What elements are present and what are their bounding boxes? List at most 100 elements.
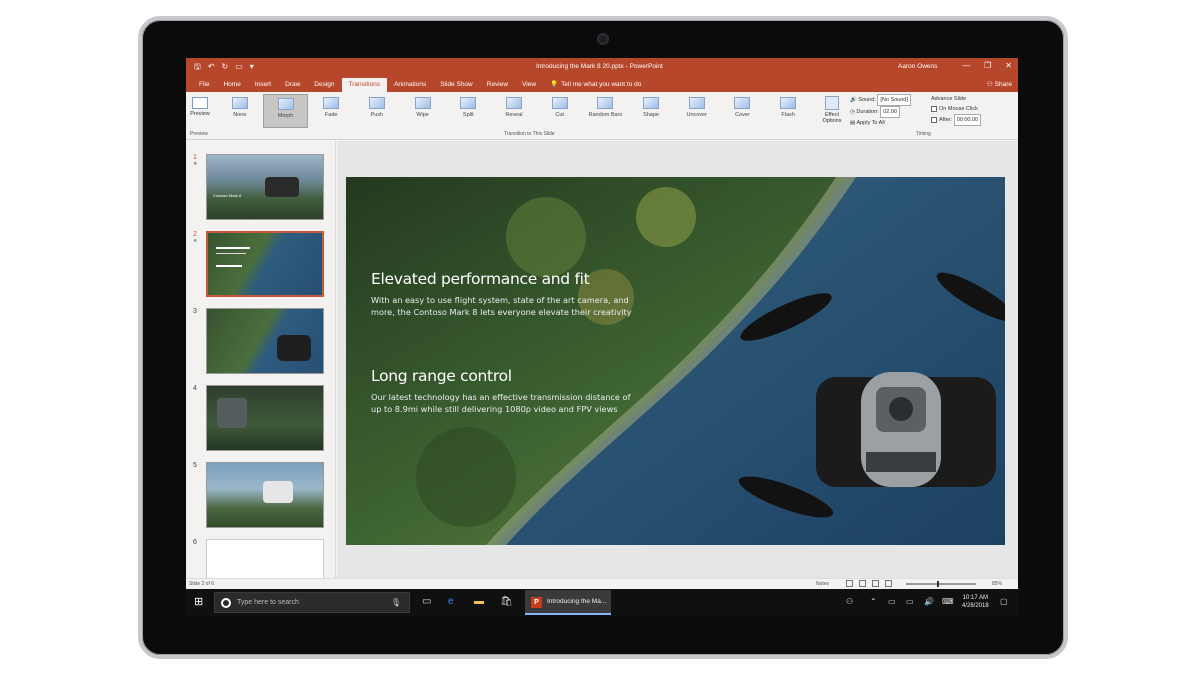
screen: 🖫 ↶ ↻ ▭ ▾ Introducing the Mark 8 20.pptx…	[186, 58, 1018, 616]
slide-number: 2	[193, 231, 197, 244]
transition-flash[interactable]: Flash	[765, 94, 811, 128]
window-controls: — ❐ ✕	[962, 61, 1012, 70]
close-button[interactable]: ✕	[1005, 61, 1012, 70]
none-icon	[231, 97, 248, 109]
battery-icon[interactable]: ▭	[906, 598, 914, 606]
normal-view-icon[interactable]	[846, 580, 853, 587]
preview-button[interactable]: Preview	[189, 95, 211, 129]
slideshow-icon[interactable]	[885, 580, 892, 587]
system-clock[interactable]: 10:17 AM 4/26/2018	[962, 594, 989, 610]
reading-view-icon[interactable]	[872, 580, 879, 587]
redo-icon[interactable]: ↻	[222, 62, 229, 72]
thumbnail-slide-1[interactable]: 1 Contoso Mark 8	[188, 154, 333, 220]
restore-button[interactable]: ❐	[984, 61, 991, 70]
undo-icon[interactable]: ↶	[208, 62, 215, 72]
tab-insert[interactable]: Insert	[248, 81, 278, 92]
tab-draw[interactable]: Draw	[278, 81, 307, 92]
transition-wipe[interactable]: Wipe	[400, 94, 446, 128]
transition-none[interactable]: None	[217, 94, 263, 128]
notification-icon[interactable]: ▢	[1000, 598, 1008, 606]
present-icon[interactable]: ▭	[235, 62, 243, 72]
drone-image	[263, 481, 293, 503]
transition-shape[interactable]: Shape	[628, 94, 674, 128]
thumbnail-slide-3[interactable]: 3	[188, 308, 333, 374]
tell-me-box[interactable]: 💡 Tell me what you want to do	[543, 80, 648, 92]
user-name[interactable]: Aaron Owens	[898, 63, 937, 70]
sound-dropdown[interactable]: [No Sound]	[877, 94, 911, 106]
tab-design[interactable]: Design	[307, 81, 341, 92]
notes-button[interactable]: Notes	[816, 581, 829, 587]
transition-reveal[interactable]: Reveal	[491, 94, 537, 128]
thumbnail-slide-4[interactable]: 4	[188, 385, 333, 451]
slide-editor: Elevated performance and fit With an eas…	[337, 141, 1018, 578]
network-icon[interactable]: ▭	[888, 598, 896, 606]
tab-view[interactable]: View	[515, 81, 543, 92]
tab-review[interactable]: Review	[480, 81, 515, 92]
microphone-icon[interactable]: 🎙	[391, 598, 401, 607]
cortana-icon	[221, 598, 231, 608]
task-view-icon[interactable]: ▭	[422, 597, 431, 607]
taskbar-powerpoint-app[interactable]: P Introducing the Ma...	[525, 590, 611, 615]
thumbnail-slide-2[interactable]: 2	[188, 231, 333, 297]
thumbnail-slide-5[interactable]: 5	[188, 462, 333, 528]
transition-morph[interactable]: Morph	[262, 94, 309, 128]
transition-random-bars[interactable]: Random Bars	[583, 94, 629, 128]
tab-transitions[interactable]: Transitions	[341, 78, 388, 92]
chevron-up-icon[interactable]: ⌃	[870, 598, 877, 606]
slide-number: 1	[193, 154, 197, 167]
transition-cover[interactable]: Cover	[720, 94, 766, 128]
windows-start-icon[interactable]: ⊞	[194, 597, 203, 608]
tab-animations[interactable]: Animations	[387, 81, 433, 92]
minimize-button[interactable]: —	[962, 61, 970, 70]
checkbox-icon	[931, 116, 937, 123]
tell-me-text: Tell me what you want to do	[561, 80, 642, 88]
file-explorer-icon[interactable]: ▬	[474, 597, 484, 607]
people-icon[interactable]: ⚇	[846, 598, 853, 606]
on-mouse-click-checkbox[interactable]: On Mouse Click	[931, 104, 981, 114]
transition-split[interactable]: Split	[445, 94, 491, 128]
transition-cut[interactable]: Cut	[537, 94, 583, 128]
status-bar: Slide 2 of 6 Notes 85%	[186, 578, 1018, 589]
slide-number: 4	[193, 385, 197, 392]
tab-file[interactable]: File	[192, 81, 216, 92]
edge-icon[interactable]: e	[448, 597, 454, 607]
transition-fade[interactable]: Fade	[308, 94, 354, 128]
current-slide[interactable]: Elevated performance and fit With an eas…	[346, 177, 1005, 545]
slide-body-1[interactable]: With an easy to use flight system, state…	[371, 294, 643, 318]
save-icon[interactable]: 🖫	[194, 62, 201, 72]
after-input[interactable]: 00:00.00	[953, 114, 982, 126]
zoom-slider-handle[interactable]	[936, 581, 939, 587]
slide-sorter-icon[interactable]	[859, 580, 866, 587]
share-button[interactable]: ⚇ Share	[987, 80, 1012, 88]
fade-icon	[323, 97, 340, 109]
tab-home[interactable]: Home	[216, 81, 247, 92]
drone-image	[277, 335, 311, 361]
duration-input[interactable]: 02.00	[880, 106, 900, 118]
transition-push[interactable]: Push	[354, 94, 400, 128]
ribbon-tabs: File Home Insert Draw Design Transitions…	[186, 76, 1018, 92]
slide-heading-2[interactable]: Long range control	[371, 367, 512, 385]
apply-to-all-button[interactable]: ▤ Apply To All	[850, 118, 911, 128]
store-icon[interactable]: 🛍	[500, 597, 513, 607]
slide-heading-1[interactable]: Elevated performance and fit	[371, 270, 590, 288]
chevron-down-icon[interactable]: ▾	[250, 62, 254, 72]
thumbnail-caption: Contoso Mark 8	[213, 193, 242, 198]
slide-number: 6	[193, 539, 197, 546]
slide-preview	[206, 462, 324, 528]
sound-control[interactable]: 🔊 Sound: [No Sound]	[850, 94, 911, 106]
after-control[interactable]: After: 00:00.00	[931, 114, 982, 126]
transition-uncover[interactable]: Uncover	[674, 94, 720, 128]
tab-slide-show[interactable]: Slide Show	[433, 81, 480, 92]
keyboard-icon[interactable]: ⌨	[942, 598, 954, 606]
effect-options-button[interactable]: Effect Options	[818, 95, 846, 124]
morph-icon	[277, 98, 294, 110]
ribbon-group-labels: Preview Transition to This Slide Timing	[186, 131, 1018, 139]
push-icon	[368, 97, 385, 109]
text-line	[216, 265, 242, 267]
slide-body-2[interactable]: Our latest technology has an effective t…	[371, 391, 643, 415]
taskbar-search-box[interactable]: Type here to search 🎙	[214, 592, 410, 613]
zoom-level[interactable]: 85%	[992, 581, 1002, 587]
volume-icon[interactable]: 🔊	[924, 598, 934, 606]
duration-control[interactable]: ◷ Duration: 02.00	[850, 106, 911, 118]
zoom-slider[interactable]	[906, 581, 976, 587]
